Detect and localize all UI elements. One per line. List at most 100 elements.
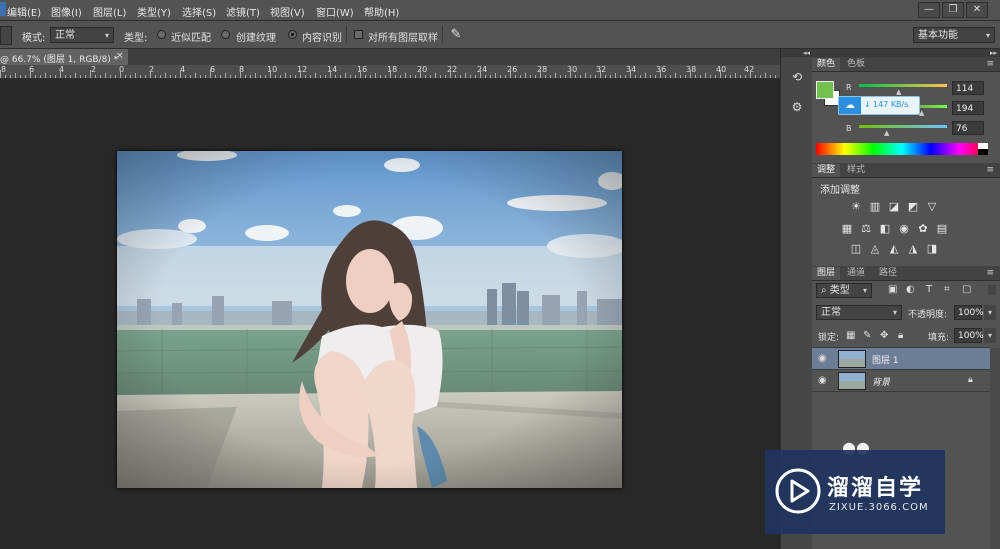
b-slider-thumb[interactable]: ▲ [884,129,889,137]
fill-dropdown-icon[interactable]: ▾ [984,328,996,343]
tab-layers[interactable]: 图层 [812,267,841,280]
collapse-arrows-icon[interactable]: ◂◂ [781,49,813,57]
tab-styles[interactable]: 样式 [842,164,870,177]
color-balance-icon[interactable]: ⚖ [860,223,872,235]
b-slider[interactable] [859,125,947,128]
filter-toggle[interactable] [988,285,996,295]
brightness-icon[interactable]: ☀ [850,201,862,213]
color-lookup-icon[interactable]: ▤ [936,223,948,235]
sample-all-layers-checkbox[interactable] [354,30,363,39]
color-spectrum-ramp[interactable] [816,143,988,155]
menu-image[interactable]: 图像(I) [51,4,82,19]
opacity-dropdown-icon[interactable]: ▾ [984,305,996,320]
ruler-tick [95,75,96,78]
selective-color-icon[interactable]: ◨ [926,243,938,255]
ruler-tick [135,73,136,78]
ruler-tick [185,75,186,78]
opacity-input[interactable]: 100% [954,305,984,320]
radio-proximity-match[interactable] [157,30,166,39]
tab-paths[interactable]: 路径 [874,267,902,280]
curves-icon[interactable]: ◪ [888,201,900,213]
filter-type-icon[interactable]: T [926,285,932,295]
document-tab[interactable]: @ 66.7% (图层 1, RGB/8) * × [0,49,129,65]
ruler-tick [735,73,736,78]
filter-smart-object-icon[interactable]: ▢ [962,285,971,295]
r-value-input[interactable]: 114 [952,81,984,95]
tool-preset-picker[interactable] [0,26,12,45]
layer-row-layer1[interactable]: ◉ 图层 1 [812,348,990,370]
gradient-map-icon[interactable]: ◮ [907,243,919,255]
panel-menu-icon[interactable]: ≡ [986,268,994,278]
r-slider[interactable] [859,84,947,87]
filter-pixel-icon[interactable]: ▣ [888,285,897,295]
visibility-eye-icon[interactable]: ◉ [818,353,827,364]
ruler-tick [620,75,621,78]
posterize-icon[interactable]: ◬ [869,243,881,255]
layer-name[interactable]: 图层 1 [872,353,899,366]
lock-image-icon[interactable]: ✎ [863,331,871,341]
tab-color[interactable]: 颜色 [812,58,841,71]
minimize-button[interactable]: — [918,2,940,18]
filter-adjustment-icon[interactable]: ◐ [906,285,915,295]
close-button[interactable]: ✕ [966,2,988,18]
restore-button[interactable]: ❐ [942,2,964,18]
b-value-input[interactable]: 76 [952,121,984,135]
r-slider-thumb[interactable]: ▲ [896,88,901,96]
fill-input[interactable]: 100% [954,328,984,343]
mode-select[interactable]: 正常 ▾ [50,27,114,43]
invert-icon[interactable]: ◫ [850,243,862,255]
lock-all-icon[interactable]: 🔒︎ [898,331,903,341]
exposure-icon[interactable]: ◩ [907,201,919,213]
threshold-icon[interactable]: ◭ [888,243,900,255]
layer-filter-select[interactable]: ⌕ 类型 ▾ [816,283,872,298]
ruler-tick [25,75,26,78]
menu-edit[interactable]: 编辑(E) [7,4,41,19]
divider [346,26,347,44]
menu-filter[interactable]: 滤镜(T) [226,4,260,19]
menu-view[interactable]: 视图(V) [270,4,305,19]
filter-shape-icon[interactable]: ⌗ [944,285,950,295]
workspace-select[interactable]: 基本功能 ▾ [913,27,995,43]
ruler-tick [585,73,586,78]
menu-select[interactable]: 选择(S) [182,4,216,19]
ruler-label: 8 [1,65,7,74]
ruler-label: 16 [357,65,368,74]
channel-mixer-icon[interactable]: ✿ [917,223,929,235]
menu-layer[interactable]: 图层(L) [93,4,126,19]
close-tab-icon[interactable]: × [116,51,124,61]
panel-menu-icon[interactable]: ≡ [986,59,994,69]
menu-type[interactable]: 类型(Y) [137,4,171,19]
ruler-label: 26 [507,65,518,74]
ruler-tick [110,75,111,78]
lock-transparency-icon[interactable]: ▦ [846,331,855,341]
layer-name[interactable]: 背景 [872,375,890,388]
tab-swatches[interactable]: 色板 [842,58,870,71]
blend-mode-select[interactable]: 正常 ▾ [816,305,902,320]
hue-saturation-icon[interactable]: ▦ [841,223,853,235]
ruler-tick [445,75,446,78]
levels-icon[interactable]: ▥ [869,201,881,213]
collapse-panels-icon[interactable]: ▸▸ [812,49,1000,57]
tab-channels[interactable]: 通道 [842,267,870,280]
visibility-eye-icon[interactable]: ◉ [818,375,827,386]
panel-menu-icon[interactable]: ≡ [986,165,994,175]
black-white-icon[interactable]: ◧ [879,223,891,235]
photo-filter-icon[interactable]: ◉ [898,223,910,235]
properties-icon[interactable]: ⚙ [787,97,807,117]
layers-scrollbar[interactable] [990,348,1000,549]
ruler-tick [435,73,436,78]
radio-create-texture[interactable] [221,30,230,39]
document-image[interactable] [117,151,622,488]
layer-row-background[interactable]: ◉ 背景 🔒︎ [812,370,990,392]
black-white-ramp[interactable] [978,143,988,155]
vibrance-icon[interactable]: ▽ [926,201,938,213]
pressure-icon[interactable]: ✎ [448,27,464,43]
lock-position-icon[interactable]: ✥ [880,331,888,341]
g-value-input[interactable]: 194 [952,101,984,115]
radio-content-aware[interactable] [288,30,297,39]
tab-adjustments[interactable]: 调整 [812,164,841,177]
history-icon[interactable]: ⟲ [787,67,807,87]
layers-panel-header: 图层 通道 路径 ≡ [812,266,1000,281]
menu-help[interactable]: 帮助(H) [364,4,399,19]
menu-window[interactable]: 窗口(W) [316,4,354,19]
